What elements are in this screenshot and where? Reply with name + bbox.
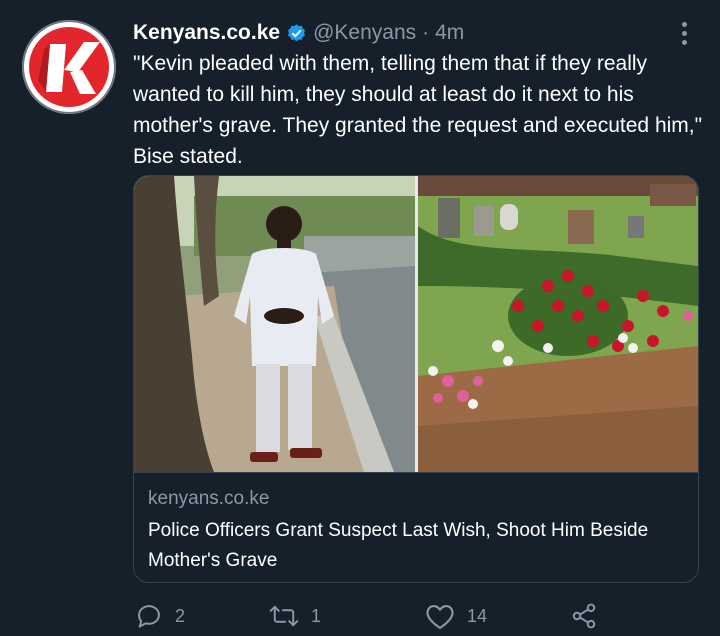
tweet-text: "Kevin pleaded with them, telling them t… [133, 52, 703, 168]
grave-with-flowers-photo [418, 176, 698, 472]
card-media[interactable] [134, 176, 698, 472]
reply-count: 2 [175, 605, 186, 626]
man-by-tree-photo [134, 176, 415, 472]
separator-dot: · [422, 21, 430, 44]
retweet-count: 1 [311, 605, 322, 626]
kenyans-logo [29, 27, 109, 107]
retweet-icon [269, 605, 299, 627]
more-dot [681, 30, 687, 36]
more-dot [681, 21, 687, 27]
author-name[interactable]: Kenyans.co.ke [133, 18, 280, 48]
card-title: Police Officers Grant Suspect Last Wish,… [148, 520, 649, 571]
link-preview-card[interactable]: kenyans.co.ke Police Officers Grant Susp… [133, 175, 699, 583]
kenyans-logo-avatar[interactable] [22, 20, 116, 114]
more-dot [681, 39, 687, 45]
heart-icon [426, 604, 454, 629]
card-domain: kenyans.co.ke [148, 488, 270, 509]
share-button[interactable] [569, 602, 599, 630]
verified-badge-icon [286, 23, 307, 44]
reply-button[interactable]: 2 [135, 602, 185, 630]
tweet-header: Kenyans.co.ke @Kenyans · 4m [133, 18, 670, 48]
retweet-button[interactable]: 1 [269, 602, 321, 630]
tweet-timestamp[interactable]: 4m [435, 18, 464, 48]
like-count: 14 [467, 605, 488, 626]
tweet-actions: 2 1 14 [133, 598, 613, 634]
reply-icon [138, 605, 160, 628]
more-options-icon[interactable] [678, 18, 690, 48]
share-icon [572, 603, 596, 629]
card-body[interactable]: kenyans.co.ke Police Officers Grant Susp… [134, 472, 698, 576]
author-handle[interactable]: @Kenyans [313, 18, 416, 48]
like-button[interactable]: 14 [425, 602, 487, 630]
